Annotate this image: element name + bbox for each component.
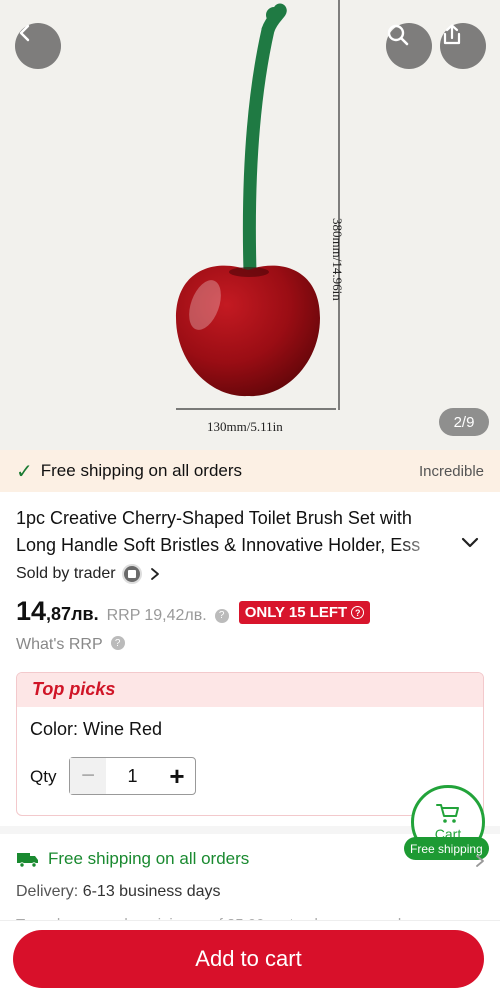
decrease-quantity-button[interactable]: − [70,758,106,794]
stock-badge[interactable]: ONLY 15 LEFT ? [238,601,371,624]
price-main: 14 [16,596,47,626]
seller-link[interactable]: Sold by trader [16,564,162,584]
seller-avatar [121,564,142,584]
shipping-info-row[interactable]: Free shipping on all orders [16,849,249,869]
chevron-right-icon[interactable] [474,854,486,868]
back-button[interactable] [15,23,61,69]
shipping-title: Free shipping on all orders [48,849,250,868]
search-button[interactable] [386,23,432,69]
whats-rrp-text: What's RRP [16,636,103,653]
rrp-label: RRP [106,607,141,624]
width-dimension-label: 130mm/5.11in [207,419,283,434]
chevron-down-icon[interactable] [460,535,480,551]
top-picks-heading: Top picks [17,673,483,707]
truck-icon [17,853,38,868]
banner-text: Free shipping on all orders [40,461,243,480]
bottom-action-bar: Add to cart [0,920,500,998]
chevron-right-icon [150,568,159,580]
search-icon [387,24,409,46]
qty-label: Qty [30,767,57,786]
cherry-toilet-brush-image [176,0,340,410]
info-icon[interactable]: ? [214,608,229,623]
quantity-value[interactable]: 1 [106,766,159,787]
color-option[interactable]: Color: Wine Red [30,719,162,740]
share-icon [443,24,461,45]
check-icon: ✓ [16,460,33,483]
cart-icon [436,804,459,823]
height-dimension-label: 380mm/14.96in [330,218,345,301]
question-icon: ? [351,606,365,619]
chevron-left-icon [19,24,30,42]
add-to-cart-button[interactable]: Add to cart [13,930,484,988]
delivery-estimate: Delivery: 6-13 business days [16,883,221,901]
increase-quantity-button[interactable]: + [159,758,195,794]
price-row: 14 ,87лв. RRP 19,42лв. ? ONLY 15 LEFT ? [16,596,371,627]
stock-badge-text: ONLY 15 LEFT [244,604,348,621]
product-title[interactable]: 1pc Creative Cherry-Shaped Toilet Brush … [16,505,456,559]
image-page-indicator: 2/9 [439,408,489,436]
quantity-stepper: − 1 + [69,757,196,795]
whats-rrp-link[interactable]: What's RRP ? [16,636,125,654]
product-title-line-1: 1pc Creative Cherry-Shaped Toilet Brush … [16,508,412,528]
free-shipping-banner: ✓ Free shipping on all orders Incredible [0,450,500,492]
product-title-line-2: Long Handle Soft Bristles & Innovative H… [16,535,421,555]
share-button[interactable] [440,23,486,69]
info-icon: ? [110,636,125,650]
banner-tag: Incredible [418,462,484,480]
top-picks-card: Top picks Color: Wine Red Qty − 1 + [16,672,484,816]
delivery-label: Delivery: [16,883,79,900]
delivery-value: 6-13 business days [82,883,221,900]
price-fraction: ,87лв. [46,604,99,624]
product-image-carousel[interactable]: 130mm/5.11in 380mm/14.96in 2/9 [0,0,500,450]
seller-label: Sold by trader [16,565,116,582]
rrp-value: 19,42лв. [144,607,207,624]
